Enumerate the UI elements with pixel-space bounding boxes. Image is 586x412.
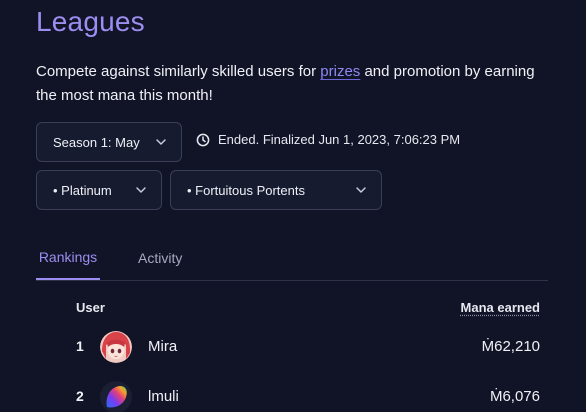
mana-earned-value: Ṁ6,076 <box>489 388 540 405</box>
chevron-down-icon <box>356 187 366 193</box>
column-header-user: User <box>76 300 105 315</box>
season-status-text: Ended. Finalized Jun 1, 2023, 7:06:23 PM <box>218 132 461 147</box>
chevron-down-icon <box>156 139 166 145</box>
tab-rankings[interactable]: Rankings <box>36 236 100 280</box>
column-header-mana-earned[interactable]: Mana earned <box>461 300 540 315</box>
league-tabs: Rankings Activity <box>36 236 548 281</box>
season-select[interactable]: Season 1: May <box>36 122 182 162</box>
leagues-page: Leagues Compete against similarly skille… <box>0 0 586 412</box>
rank-number: 1 <box>76 338 84 354</box>
chevron-down-icon <box>136 187 146 193</box>
table-row: 1 Mira Ṁ62,210 <box>0 327 586 367</box>
season-select-value: Season 1: May <box>53 134 140 150</box>
mana-earned-value: Ṁ62,210 <box>481 338 540 355</box>
page-title: Leagues <box>36 6 145 37</box>
page-description: Compete against similarly skilled users … <box>36 60 556 108</box>
cohort-select[interactable]: • Fortuitous Portents <box>170 170 382 210</box>
user-name-link[interactable]: lmuli <box>148 388 179 405</box>
cohort-select-value: • Fortuitous Portents <box>187 182 305 198</box>
rank-number: 2 <box>76 388 84 404</box>
division-select-value: • Platinum <box>53 182 112 198</box>
anime-girl-avatar[interactable] <box>100 331 132 363</box>
description-text-before: Compete against similarly skilled users … <box>36 63 321 80</box>
table-row: 2 lmuli Ṁ6,076 <box>0 377 586 412</box>
user-name-link[interactable]: Mira <box>148 338 177 355</box>
division-select[interactable]: • Platinum <box>36 170 162 210</box>
tab-activity[interactable]: Activity <box>132 236 188 280</box>
gradient-logo-avatar[interactable] <box>100 381 132 412</box>
clock-icon <box>196 133 210 146</box>
season-status: Ended. Finalized Jun 1, 2023, 7:06:23 PM <box>196 132 460 147</box>
prizes-link[interactable]: prizes <box>320 63 360 80</box>
